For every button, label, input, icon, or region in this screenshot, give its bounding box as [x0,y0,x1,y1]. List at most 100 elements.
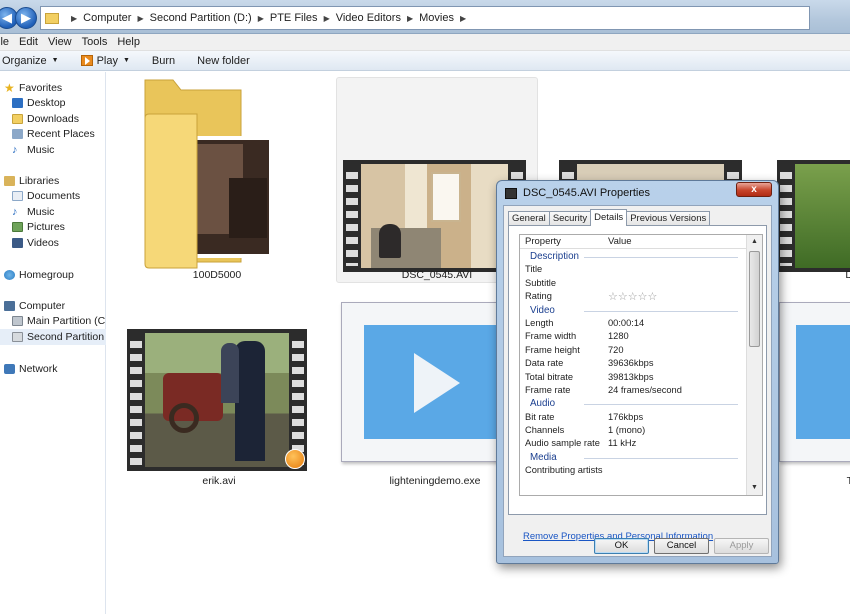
section-header[interactable]: Description [520,250,746,263]
apply-button[interactable]: Apply [714,538,769,554]
property-row[interactable]: Frame width 1280 [520,330,746,343]
property-name: Bit rate [525,411,555,422]
property-row-rating[interactable]: Rating ☆☆☆☆☆ [520,290,746,303]
property-value[interactable]: 39813kbps [608,372,654,382]
property-value[interactable]: 1 (mono) [608,425,645,435]
close-icon: x [751,184,757,195]
sidebar-item-desktop[interactable]: Desktop [0,96,106,112]
sidebar-item-videos[interactable]: Videos [0,235,106,251]
tab-details[interactable]: Details [590,209,628,226]
address-box[interactable]: ▶ Computer ▶ Second Partition (D:) ▶ PTE… [40,6,810,30]
play-label: Play [96,54,118,67]
sidebar-item-documents[interactable]: Documents [0,189,106,205]
section-header[interactable]: Media [520,451,746,464]
property-row[interactable]: Contributing artists [520,464,746,477]
property-value[interactable]: 720 [608,345,624,355]
breadcrumb: ▶ Computer ▶ Second Partition (D:) ▶ PTE… [65,12,472,24]
property-list-header: Property Value [520,235,746,249]
crumb-pte-files[interactable]: PTE Files [270,12,318,24]
property-name: Data rate [525,358,564,369]
property-row[interactable]: Data rate 39636kbps [520,357,746,370]
file-item-exe-lighteningdemo[interactable] [341,302,501,462]
scroll-thumb[interactable] [749,251,760,347]
tab-security[interactable]: Security [548,211,592,226]
play-button[interactable]: Play ▼ [80,54,130,67]
menu-edit[interactable]: Edit [19,36,38,48]
menu-help[interactable]: Help [117,36,140,48]
crumb-movies[interactable]: Movies [419,12,454,24]
ok-button[interactable]: OK [594,538,649,554]
tab-general[interactable]: General [508,211,550,226]
close-button[interactable]: x [736,182,772,197]
column-header-property[interactable]: Property [525,236,561,247]
file-item-folder[interactable] [137,78,297,278]
property-row[interactable]: Bit rate 176kbps [520,411,746,424]
section-header[interactable]: Audio [520,397,746,410]
star-icon: ★ [4,80,15,95]
details-panel: Property Value Description Title Subtitle R… [508,225,767,542]
sidebar-item-computer[interactable]: Computer [0,298,106,314]
property-row[interactable]: Frame height 720 [520,344,746,357]
rating-stars-icon[interactable]: ☆☆☆☆☆ [608,290,657,303]
crumb-video-editors[interactable]: Video Editors [336,12,401,24]
crumb-computer[interactable]: Computer [83,12,131,24]
menu-tools[interactable]: Tools [82,36,108,48]
property-value[interactable]: 24 frames/second [608,385,682,395]
chevron-down-icon: ▼ [122,57,130,64]
property-row[interactable]: Audio sample rate 11 kHz [520,437,746,450]
scroll-up-icon[interactable]: ▲ [747,235,762,249]
tab-previous-versions[interactable]: Previous Versions [626,211,711,226]
scroll-down-icon[interactable]: ▼ [747,481,762,495]
organize-button[interactable]: Organize ▼ [2,55,59,67]
section-header[interactable]: Video [520,304,746,317]
vertical-scrollbar[interactable]: ▲ ▼ [746,235,762,495]
property-row[interactable]: Frame rate 24 frames/second [520,384,746,397]
sidebar-label: Music [27,205,55,218]
file-item-exe-t[interactable] [779,302,850,462]
property-row[interactable]: Channels 1 (mono) [520,424,746,437]
sidebar-item-second-partition[interactable]: Second Partition (D:) [0,329,106,345]
exe-thumbnail [796,325,850,439]
command-bar: Organize ▼ Play ▼ Burn New folder [0,51,850,71]
new-folder-label: New folder [197,54,250,67]
forward-button[interactable]: ▶ [15,7,37,29]
property-row[interactable]: Subtitle [520,277,746,290]
folder-icon [144,79,273,269]
sidebar-item-music[interactable]: ♪ Music [0,142,106,158]
section-divider [584,257,738,258]
sidebar-item-downloads[interactable]: Downloads [0,111,106,127]
property-row[interactable]: Length 00:00:14 [520,317,746,330]
play-icon [80,55,93,66]
crumb-second-partition[interactable]: Second Partition (D:) [150,12,252,24]
sidebar-label: Documents [27,190,81,203]
file-item-video-d[interactable] [777,160,850,272]
sidebar-item-recent-places[interactable]: Recent Places [0,127,106,143]
burn-button[interactable]: Burn [152,55,175,67]
file-item-video-erik[interactable] [127,329,307,471]
sidebar-item-libraries[interactable]: Libraries [0,173,106,189]
property-value[interactable]: 39636kbps [608,358,654,368]
video-thumbnail [795,164,850,268]
homegroup-group: Homegroup [0,267,106,283]
menu-bar: ile Edit View Tools Help [0,34,850,51]
section-label: Video [530,304,555,316]
sidebar-item-pictures[interactable]: Pictures [0,220,106,236]
computer-icon [4,300,15,311]
property-value[interactable]: 11 kHz [608,438,636,448]
property-list[interactable]: Property Value Description Title Subtitle R… [519,234,763,496]
sidebar-item-lib-music[interactable]: ♪ Music [0,204,106,220]
property-value[interactable]: 176kbps [608,412,643,422]
sidebar-item-network[interactable]: Network [0,361,106,377]
new-folder-button[interactable]: New folder [197,55,250,67]
menu-view[interactable]: View [48,36,72,48]
property-row[interactable]: Total bitrate 39813kbps [520,371,746,384]
property-value[interactable]: 1280 [608,331,629,341]
menu-file[interactable]: ile [0,36,9,48]
column-header-value[interactable]: Value [608,236,632,247]
sidebar-item-favorites[interactable]: ★ Favorites [0,80,106,96]
cancel-button[interactable]: Cancel [654,538,709,554]
sidebar-item-homegroup[interactable]: Homegroup [0,267,106,283]
property-value[interactable]: 00:00:14 [608,318,644,328]
property-row[interactable]: Title [520,263,746,276]
sidebar-item-main-partition[interactable]: Main Partition (C:) [0,314,106,330]
